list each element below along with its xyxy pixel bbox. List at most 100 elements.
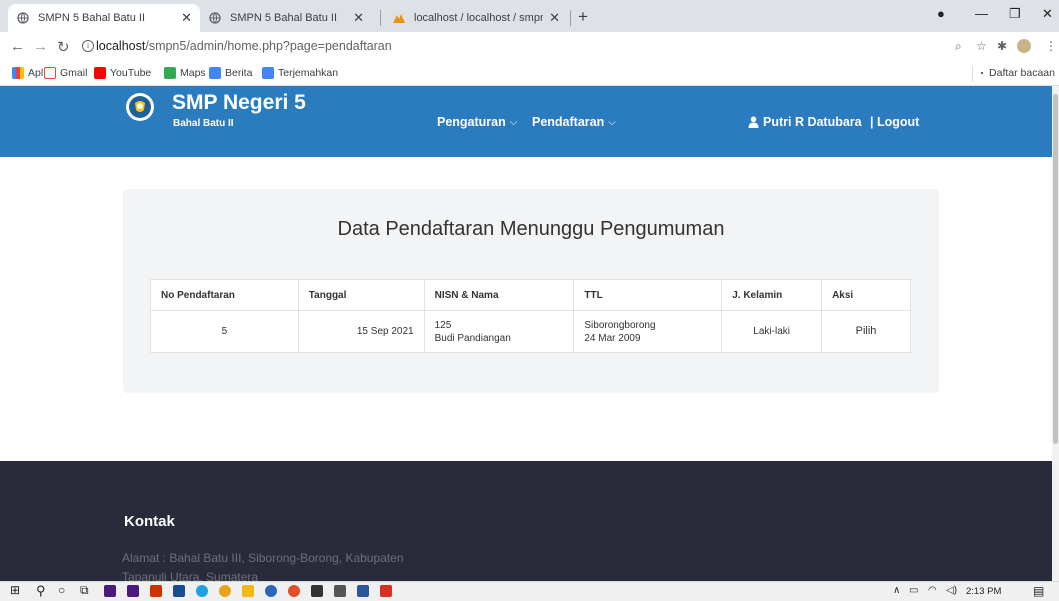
edge-icon[interactable] (196, 585, 208, 597)
bookmark-youtube[interactable]: YouTube (94, 67, 151, 79)
page-viewport: SMP Negeri 5 Bahal Batu II Pengaturan ⌵ … (0, 86, 1052, 581)
bookmark-translate[interactable]: Terjemahkan (262, 67, 338, 79)
restore-button[interactable]: ❐ (1009, 6, 1021, 22)
column-header: Aksi (821, 279, 911, 311)
bookmark-apps[interactable]: Apl (12, 67, 43, 79)
tab-divider (380, 10, 381, 26)
maps-icon (164, 67, 176, 79)
premiere-icon[interactable] (104, 585, 116, 597)
screen-app-icon[interactable] (380, 585, 392, 597)
bookmark-label: YouTube (110, 67, 152, 79)
reading-list-button[interactable]: Daftar bacaan (981, 67, 1055, 79)
menu-pengaturan[interactable]: Pengaturan ⌵ (437, 115, 517, 129)
windows-taskbar: ⊞ ⚲ ○ ⧉ ∧ ▭ ◠ ◁) 2:13 PM ▤ (0, 581, 1059, 601)
bookmark-berita[interactable]: Berita (209, 67, 252, 79)
column-header: TTL (573, 279, 723, 311)
photoshop-icon[interactable] (173, 585, 185, 597)
bookmark-gmail[interactable]: Gmail (44, 67, 87, 79)
zoom-icon[interactable]: ⌕ (955, 39, 962, 54)
bookmark-label: Gmail (60, 67, 88, 79)
chrome-icon[interactable] (219, 585, 231, 597)
media-app-icon[interactable] (127, 585, 139, 597)
table-header-row: No Pendaftaran Tanggal NISN & Nama TTL J… (150, 279, 911, 311)
school-logo-icon[interactable] (126, 93, 154, 121)
forward-arrow-icon[interactable]: → (33, 38, 48, 55)
close-tab-icon[interactable]: ✕ (181, 10, 192, 26)
scrollbar-thumb[interactable] (1053, 94, 1058, 444)
youtube-icon (94, 67, 106, 79)
globe-icon (16, 11, 30, 25)
tab-title: SMPN 5 Bahal Batu II (230, 12, 337, 24)
url-field[interactable]: localhost/smpn5/admin/home.php?page=pend… (96, 39, 392, 53)
bookmark-maps[interactable]: Maps (164, 67, 206, 79)
bookmarks-bar: Apl Gmail YouTube Maps Berita Terjemahka… (0, 62, 1059, 86)
avatar[interactable] (1017, 39, 1031, 53)
bookmark-label: Terjemahkan (278, 67, 339, 79)
task-view-icon[interactable]: ⧉ (80, 583, 89, 598)
close-window-button[interactable]: ✕ (1042, 6, 1053, 22)
illustrator-icon[interactable] (150, 585, 162, 597)
cell-kelamin: Laki-laki (721, 310, 823, 353)
minimize-button[interactable]: — (975, 6, 988, 21)
registration-table: No Pendaftaran Tanggal NISN & Nama TTL J… (150, 279, 911, 353)
menu-dots-icon[interactable]: ⋮ (1045, 39, 1057, 53)
tab-title: SMPN 5 Bahal Batu II (38, 12, 145, 24)
mail-icon[interactable] (334, 585, 346, 597)
globe-icon (208, 11, 222, 25)
browser-tab-active[interactable]: SMPN 5 Bahal Batu II ✕ (8, 4, 200, 32)
network-icon[interactable]: ▭ (909, 585, 918, 596)
profile-dot-icon[interactable]: ● (937, 6, 945, 21)
news-icon (209, 67, 221, 79)
page-scrollbar[interactable] (1052, 86, 1059, 581)
tray-chevron-icon[interactable]: ∧ (893, 585, 900, 596)
brand-name[interactable]: SMP Negeri 5 (172, 91, 306, 115)
bookmark-divider (972, 66, 973, 82)
pilih-button[interactable]: Pilih (856, 325, 877, 337)
browser-tab[interactable]: localhost / localhost / smpn5 / s ✕ (384, 4, 568, 32)
chevron-down-icon: ⌵ (509, 116, 518, 128)
bookmark-label: Maps (180, 67, 206, 79)
notification-icon[interactable]: ▤ (1033, 584, 1044, 598)
user-icon (748, 116, 759, 128)
url-host: localhost (96, 39, 146, 53)
cell-no: 5 (150, 310, 299, 353)
browser-app-icon[interactable] (288, 585, 300, 597)
logout-link[interactable]: | Logout (870, 115, 919, 129)
close-tab-icon[interactable]: ✕ (353, 10, 364, 26)
column-header: J. Kelamin (721, 279, 823, 311)
windows-start-icon[interactable]: ⊞ (10, 583, 20, 597)
volume-icon[interactable]: ◁) (946, 585, 957, 596)
browser-tab[interactable]: SMPN 5 Bahal Batu II ✕ (200, 4, 372, 32)
extensions-icon[interactable]: ✱ (997, 39, 1007, 53)
site-navbar: SMP Negeri 5 Bahal Batu II Pengaturan ⌵ … (0, 86, 1052, 157)
phpmyadmin-icon (392, 11, 406, 25)
clock[interactable]: 2:13 PM (966, 586, 1001, 597)
menu-label: Pendaftaran (532, 115, 605, 129)
word-icon[interactable] (357, 585, 369, 597)
app-icon[interactable] (265, 585, 277, 597)
column-header: NISN & Nama (423, 279, 575, 311)
wifi-icon[interactable]: ◠ (928, 585, 937, 596)
store-icon[interactable] (311, 585, 323, 597)
search-icon[interactable]: ⚲ (36, 583, 46, 599)
close-tab-icon[interactable]: ✕ (549, 10, 560, 26)
cortana-icon[interactable]: ○ (58, 583, 65, 597)
info-icon[interactable]: i (82, 40, 94, 52)
star-icon[interactable]: ☆ (976, 39, 987, 53)
tab-title: localhost / localhost / smpn5 / s (414, 12, 544, 24)
brand-subtitle: Bahal Batu II (173, 118, 234, 129)
menu-label: Pengaturan (437, 115, 506, 129)
reload-icon[interactable]: ↻ (57, 38, 70, 56)
cell-nisn-nama: 125 Budi Pandiangan (423, 310, 575, 353)
user-menu[interactable]: Putri R Datubara (748, 115, 862, 129)
back-arrow-icon[interactable]: ← (10, 38, 25, 55)
registration-card: Data Pendaftaran Menunggu Pengumuman No … (123, 189, 939, 393)
cell-tempat-lahir: Siborongborong (584, 319, 656, 331)
file-explorer-icon[interactable] (242, 585, 254, 597)
menu-pendaftaran[interactable]: Pendaftaran ⌵ (532, 115, 616, 129)
cell-nisn: 125 (434, 319, 452, 331)
bookmark-label: Berita (225, 67, 253, 79)
new-tab-button[interactable]: + (578, 7, 588, 27)
translate-icon (262, 67, 274, 79)
page-title: Data Pendaftaran Menunggu Pengumuman (337, 218, 725, 240)
